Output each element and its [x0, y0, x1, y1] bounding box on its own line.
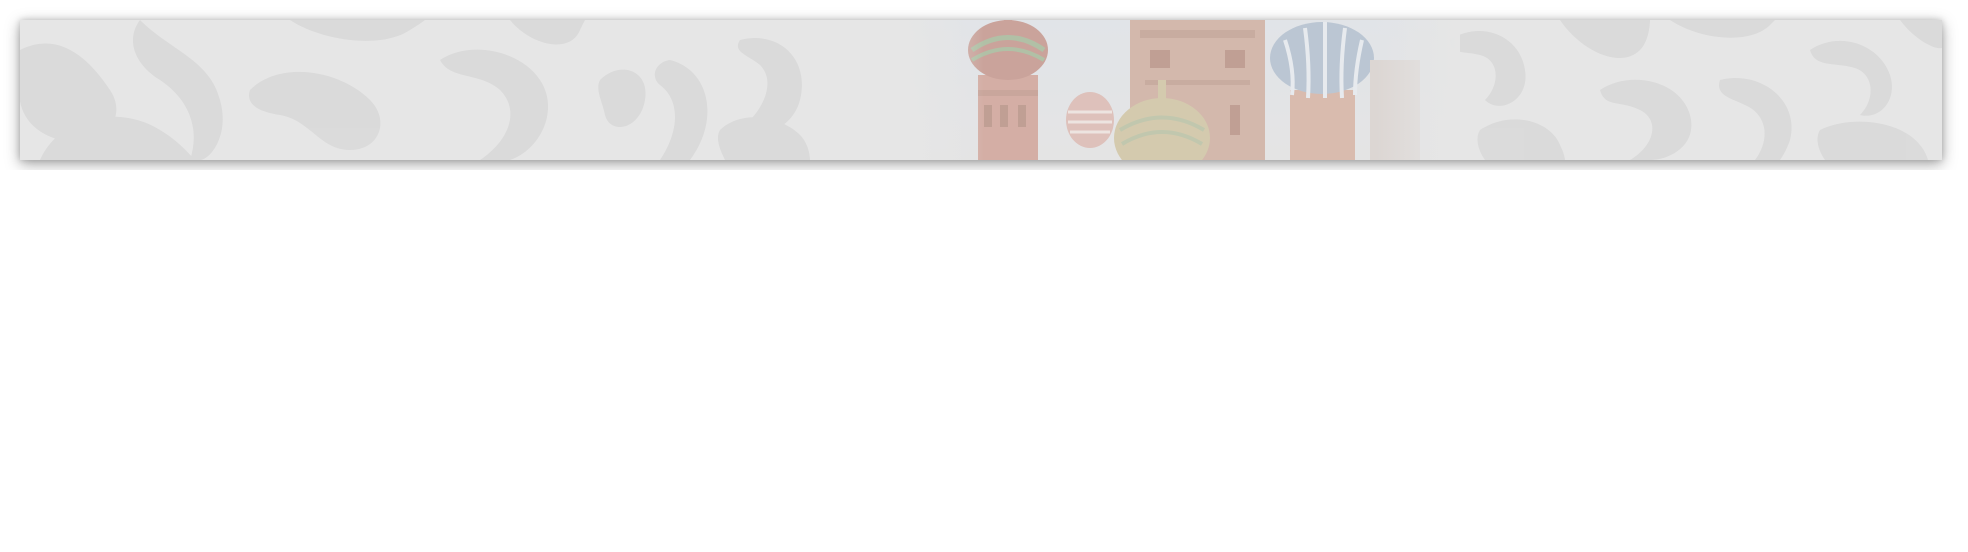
page	[0, 0, 1968, 552]
header-banner	[20, 20, 1942, 160]
cathedral-domes-image	[900, 20, 1460, 160]
blank-content-area	[0, 170, 1968, 552]
